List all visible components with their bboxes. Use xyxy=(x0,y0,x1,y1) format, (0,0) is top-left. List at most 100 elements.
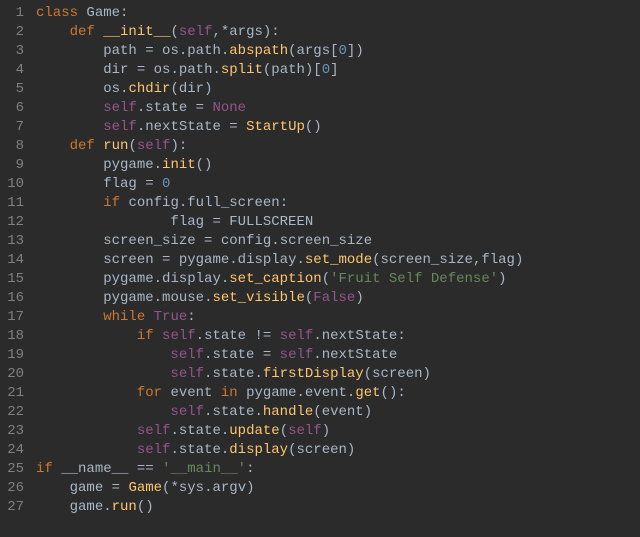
token-name: config xyxy=(128,195,178,211)
token-op xyxy=(36,290,103,306)
token-op: . xyxy=(221,423,229,439)
token-op: . xyxy=(103,499,111,515)
token-name: display xyxy=(162,271,221,287)
line-number: 7 xyxy=(0,118,24,137)
token-fn: split xyxy=(221,62,263,78)
token-fn: init xyxy=(162,157,196,173)
token-op xyxy=(36,442,137,458)
token-op: ,* xyxy=(212,24,229,40)
token-op: : xyxy=(280,195,288,211)
token-fn: __init__ xyxy=(103,24,170,40)
token-str: '__main__' xyxy=(162,461,246,477)
token-self: self xyxy=(103,119,137,135)
token-fn: firstDisplay xyxy=(263,366,364,382)
token-op: . xyxy=(154,157,162,173)
token-op: ( xyxy=(170,81,178,97)
token-str: 'Fruit Self Defense' xyxy=(330,271,498,287)
token-op: . xyxy=(297,385,305,401)
code-line: screen_size = config.screen_size xyxy=(36,232,523,251)
token-name: full_screen xyxy=(187,195,279,211)
token-fn: set_caption xyxy=(229,271,321,287)
token-op: . xyxy=(254,404,262,420)
token-name: argv xyxy=(212,480,246,496)
token-op: ) xyxy=(204,81,212,97)
token-op xyxy=(36,423,137,439)
token-self: self xyxy=(103,100,137,116)
token-fn: abspath xyxy=(229,43,288,59)
token-op: (): xyxy=(381,385,406,401)
line-number: 19 xyxy=(0,346,24,365)
code-line: self.state = None xyxy=(36,99,523,118)
token-fn: chdir xyxy=(128,81,170,97)
token-name: state xyxy=(212,404,254,420)
line-number: 20 xyxy=(0,365,24,384)
token-self: self xyxy=(170,347,204,363)
token-name: os xyxy=(103,81,120,97)
token-name: __name__ xyxy=(61,461,137,477)
token-kw: def xyxy=(70,138,104,154)
token-name: screen xyxy=(372,366,422,382)
token-fn: display xyxy=(229,442,288,458)
line-number: 14 xyxy=(0,251,24,270)
token-self: self xyxy=(179,24,213,40)
token-op: ) xyxy=(347,442,355,458)
token-op: . xyxy=(271,233,279,249)
code-line: self.nextState = StartUp() xyxy=(36,118,523,137)
token-op: ) xyxy=(355,290,363,306)
token-op xyxy=(36,480,70,496)
token-op: . xyxy=(170,442,178,458)
token-kw: if xyxy=(36,461,61,477)
token-op: : xyxy=(120,5,128,21)
token-name: os xyxy=(162,43,179,59)
token-op: . xyxy=(196,328,204,344)
token-fn: run xyxy=(103,138,128,154)
token-fn: set_mode xyxy=(305,252,372,268)
token-op xyxy=(36,81,103,97)
line-number: 21 xyxy=(0,384,24,403)
token-name: screen_size xyxy=(381,252,473,268)
token-name: path xyxy=(103,43,145,59)
token-op: ( xyxy=(170,24,178,40)
token-op: () xyxy=(137,499,154,515)
token-op: = xyxy=(196,100,213,116)
token-self: self xyxy=(137,138,171,154)
line-number: 22 xyxy=(0,403,24,422)
code-editor: 1234567891011121314151617181920212223242… xyxy=(0,0,640,521)
line-number: 12 xyxy=(0,213,24,232)
token-name: pygame xyxy=(246,385,296,401)
token-op xyxy=(36,252,103,268)
line-number: 27 xyxy=(0,498,24,517)
token-name: path xyxy=(187,43,221,59)
token-fn: Game xyxy=(128,480,162,496)
line-number: 13 xyxy=(0,232,24,251)
code-line: pygame.mouse.set_visible(False) xyxy=(36,289,523,308)
token-op: () xyxy=(305,119,322,135)
token-op: = xyxy=(145,43,162,59)
token-name: state xyxy=(145,100,195,116)
code-line: pygame.init() xyxy=(36,156,523,175)
line-number: 26 xyxy=(0,479,24,498)
token-op xyxy=(36,309,103,325)
token-op: . xyxy=(170,62,178,78)
line-gutter: 1234567891011121314151617181920212223242… xyxy=(0,4,32,517)
token-name: nextState xyxy=(322,328,398,344)
code-line: self.state.handle(event) xyxy=(36,403,523,422)
token-self: True xyxy=(154,309,188,325)
code-line: self.state.update(self) xyxy=(36,422,523,441)
token-name: screen xyxy=(103,252,162,268)
code-line: class Game: xyxy=(36,4,523,23)
token-name: path xyxy=(179,62,213,78)
line-number: 3 xyxy=(0,42,24,61)
token-name: flag xyxy=(170,214,212,230)
token-op: = xyxy=(263,347,280,363)
token-kw: in xyxy=(221,385,246,401)
token-kw: while xyxy=(103,309,153,325)
token-name: state xyxy=(179,442,221,458)
token-name: event xyxy=(322,404,364,420)
line-number: 9 xyxy=(0,156,24,175)
token-op: [ xyxy=(330,43,338,59)
token-op: . xyxy=(154,271,162,287)
token-param: args xyxy=(229,24,263,40)
token-num: 0 xyxy=(339,43,347,59)
line-number: 23 xyxy=(0,422,24,441)
